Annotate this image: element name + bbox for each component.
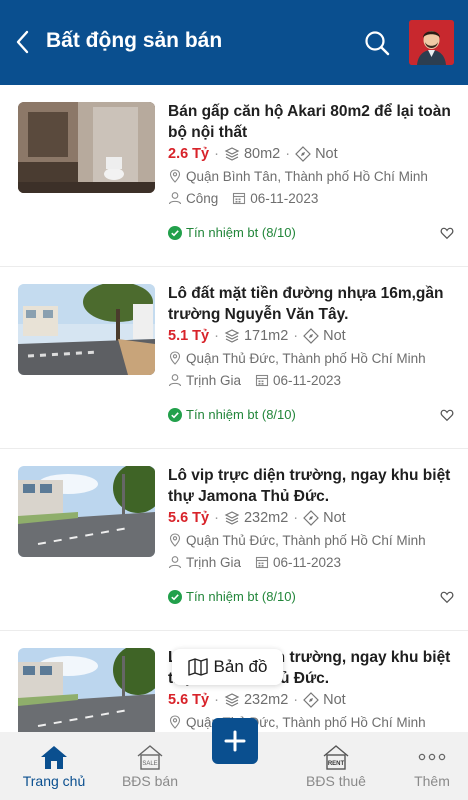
listing-list[interactable]: Bán gấp căn hộ Akari 80m2 để lại toàn bộ… xyxy=(0,85,468,732)
check-circle-icon xyxy=(168,407,182,422)
nav-more[interactable]: Thêm xyxy=(402,732,462,800)
check-circle-icon xyxy=(168,225,182,240)
rent-house-icon: RENT xyxy=(323,745,349,770)
location-pin-icon xyxy=(169,533,181,547)
layers-icon xyxy=(224,147,240,161)
listing-title[interactable]: Lô vip trực diện trường, ngay khu biệt t… xyxy=(168,465,458,507)
rent-icon-text: RENT xyxy=(328,761,345,767)
listing-direction: Not xyxy=(323,328,346,344)
listing-date: 06-11-2023 xyxy=(273,372,342,388)
sale-house-icon: SALE xyxy=(137,745,163,770)
map-button-label: Bản đồ xyxy=(213,657,268,676)
nav-home-label: Trang chủ xyxy=(22,773,86,789)
listing-photo-road[interactable] xyxy=(18,466,155,557)
heart-icon[interactable] xyxy=(440,590,454,604)
location-pin-icon xyxy=(169,351,181,365)
trust-badge: Tín nhiệm bt (8/10) xyxy=(168,589,296,604)
check-circle-icon xyxy=(168,589,182,604)
calendar-icon xyxy=(255,374,269,387)
listing-location: Quận Thủ Đức, Thành phố Hồ Chí Minh xyxy=(186,350,426,366)
listing-author: Công xyxy=(186,190,219,206)
nav-rent-label: BĐS thuê xyxy=(306,773,366,789)
nav-rent[interactable]: RENT BĐS thuê xyxy=(296,732,376,800)
nav-sale[interactable]: SALE BĐS bán xyxy=(112,732,188,800)
listing-photo-bathroom[interactable] xyxy=(18,102,155,193)
listing-location: Quận Bình Tân, Thành phố Hồ Chí Minh xyxy=(186,168,428,184)
layers-icon xyxy=(224,693,240,707)
search-icon xyxy=(365,31,390,56)
listing-area: 171m2 xyxy=(243,328,289,344)
compass-icon xyxy=(303,510,319,526)
compass-icon xyxy=(295,146,311,162)
user-avatar-icon xyxy=(409,20,454,65)
page-title: Bất động sản bán xyxy=(46,29,223,52)
listing-direction: Not xyxy=(323,510,346,526)
listing-date: 06-11-2023 xyxy=(250,190,319,206)
home-icon xyxy=(41,746,67,769)
listing-price: 5.1 Tỷ xyxy=(168,328,210,344)
listing-price: 2.6 Tỷ xyxy=(168,146,210,162)
trust-text: Tín nhiệm bt (8/10) xyxy=(186,225,296,240)
calendar-icon xyxy=(233,192,246,205)
add-listing-button[interactable] xyxy=(212,718,258,764)
listing-title[interactable]: Bán gấp căn hộ Akari 80m2 để lại toàn bộ… xyxy=(168,101,458,143)
user-icon xyxy=(168,374,182,387)
plus-icon xyxy=(224,730,246,752)
compass-icon xyxy=(303,692,319,708)
trust-text: Tín nhiệm bt (8/10) xyxy=(186,407,296,422)
listing-photo-road[interactable] xyxy=(18,648,155,732)
map-icon xyxy=(187,658,208,676)
listing-date: 06-11-2023 xyxy=(273,554,342,570)
location-pin-icon xyxy=(169,169,181,183)
app-header: Bất động sản bán xyxy=(0,0,468,85)
avatar[interactable] xyxy=(409,20,454,65)
chevron-left-icon xyxy=(16,30,29,54)
listing-location: Quận Thủ Đức, Thành phố Hồ Chí Minh xyxy=(186,532,426,548)
listing-area: 80m2 xyxy=(243,146,281,162)
compass-icon xyxy=(303,328,319,344)
listing-title[interactable]: Lô đất mặt tiền đường nhựa 16m,gần trườn… xyxy=(168,283,458,325)
listing-author: Trịnh Gia xyxy=(186,554,242,570)
heart-icon[interactable] xyxy=(440,226,454,240)
more-dots-icon xyxy=(418,753,446,761)
listing-direction: Not xyxy=(315,146,338,162)
nav-home[interactable]: Trang chủ xyxy=(14,732,94,800)
heart-icon[interactable] xyxy=(440,408,454,422)
nav-sale-label: BĐS bán xyxy=(121,773,179,789)
sale-icon-text: SALE xyxy=(142,761,157,767)
listing-price: 5.6 Tỷ xyxy=(168,510,210,526)
layers-icon xyxy=(224,511,240,525)
listing-price: 5.6 Tỷ xyxy=(168,692,210,708)
location-pin-icon xyxy=(169,715,181,729)
listing-card[interactable]: Bán gấp căn hộ Akari 80m2 để lại toàn bộ… xyxy=(0,85,468,267)
trust-badge: Tín nhiệm bt (8/10) xyxy=(168,225,296,240)
back-button[interactable] xyxy=(12,28,36,56)
listing-photo-street[interactable] xyxy=(18,284,155,375)
user-icon xyxy=(168,192,182,205)
trust-text: Tín nhiệm bt (8/10) xyxy=(186,589,296,604)
listing-area: 232m2 xyxy=(243,510,289,526)
listing-card[interactable]: Lô đất mặt tiền đường nhựa 16m,gần trườn… xyxy=(0,267,468,449)
nav-more-label: Thêm xyxy=(414,773,450,789)
trust-badge: Tín nhiệm bt (8/10) xyxy=(168,407,296,422)
calendar-icon xyxy=(255,556,269,569)
search-button[interactable] xyxy=(362,28,392,58)
listing-card[interactable]: Lô vip trực diện trường, ngay khu biệt t… xyxy=(0,449,468,631)
listing-direction: Not xyxy=(323,692,346,708)
listing-author: Trịnh Gia xyxy=(186,372,242,388)
map-button[interactable]: Bản đồ xyxy=(172,649,283,685)
listing-area: 232m2 xyxy=(243,692,289,708)
layers-icon xyxy=(224,329,240,343)
user-icon xyxy=(168,556,182,569)
